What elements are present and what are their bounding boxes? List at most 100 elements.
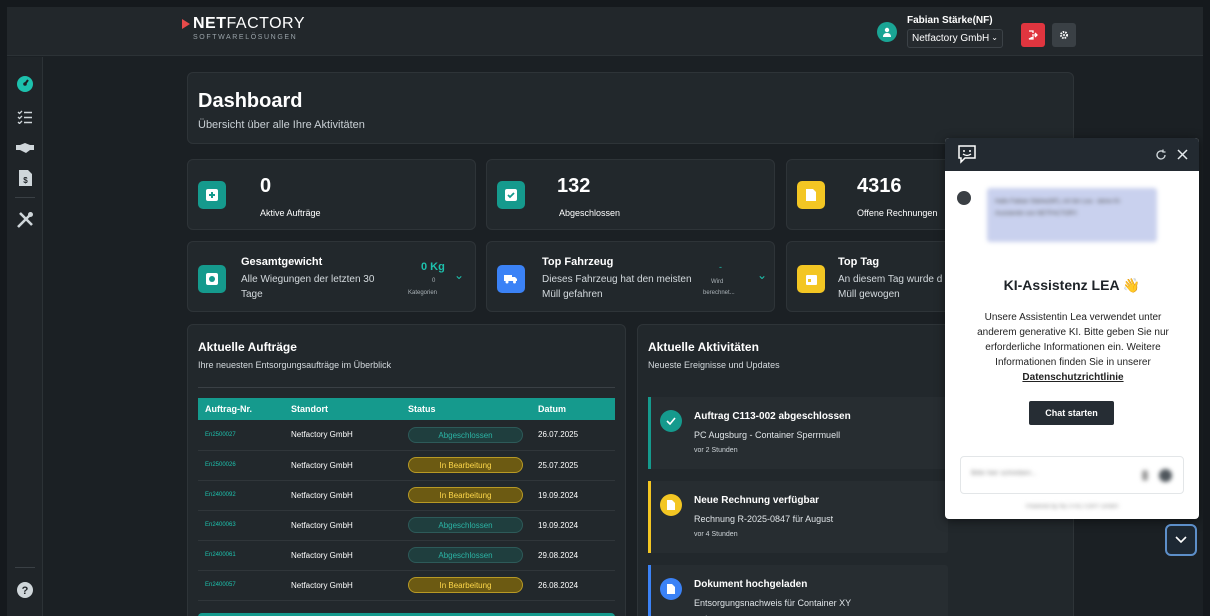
stat-label: Offene Rechnungen	[857, 208, 938, 218]
orders-table: Auftrag-Nr. Standort Status Datum En2500…	[198, 398, 615, 601]
activity-title: Auftrag C113-002 abgeschlossen	[694, 411, 851, 422]
send-icon[interactable]	[1159, 469, 1172, 482]
checklist-icon	[17, 110, 32, 124]
order-date: 26.08.2024	[531, 570, 615, 601]
info-small: Wird	[711, 279, 724, 285]
company-select[interactable]: Netfactory GmbH ⌄	[907, 29, 1003, 48]
sidebar-item-partners[interactable]	[14, 137, 36, 159]
chat-toggle-button[interactable]	[1165, 524, 1197, 556]
top-bar: NET FACTORY SOFTWARELÖSUNGEN Fabian Stärk…	[7, 7, 1203, 56]
chat-input[interactable]: Bitte hier schreiben...	[960, 456, 1184, 494]
order-date: 19.09.2024	[531, 510, 615, 541]
info-card-total-weight[interactable]: Gesamtgewicht Alle Wiegungen der letzten…	[187, 241, 476, 312]
column-header[interactable]: Datum	[531, 398, 615, 420]
scale-icon	[198, 265, 226, 293]
brand-bold: NET	[193, 15, 227, 32]
info-value: -	[719, 262, 722, 272]
table-row[interactable]: En2400057 Netfactory GmbH In Bearbeitung…	[198, 570, 615, 601]
order-date: 29.08.2024	[531, 540, 615, 571]
list-item[interactable]: Neue Rechnung verfügbar Rechnung R-2025-…	[648, 481, 948, 553]
check-icon	[497, 181, 525, 209]
privacy-link[interactable]: Datenschutzrichtlinie	[1022, 372, 1123, 383]
order-date: 19.09.2024	[531, 480, 615, 511]
activities-subtitle: Neueste Ereignisse und Updates	[648, 360, 780, 370]
settings-button[interactable]	[1052, 23, 1076, 47]
stat-card-active-orders[interactable]: 0 Aktive Aufträge	[187, 159, 476, 230]
chat-start-button[interactable]: Chat starten	[1029, 401, 1114, 425]
order-id[interactable]: En2500026	[198, 450, 284, 481]
refresh-icon[interactable]	[1155, 149, 1167, 161]
help-button[interactable]: ?	[14, 579, 36, 601]
gear-icon	[1060, 31, 1068, 39]
chat-input-placeholder: Bitte hier schreiben...	[971, 470, 1037, 477]
order-id[interactable]: En2400061	[198, 540, 284, 571]
column-header[interactable]: Status	[401, 398, 531, 420]
check-icon	[660, 410, 682, 432]
user-menu: Fabian Stärke(NF) Netfactory GmbH ⌄	[877, 15, 1003, 48]
list-item[interactable]: Auftrag C113-002 abgeschlossen PC Augsbu…	[648, 397, 948, 469]
status-badge: In Bearbeitung	[408, 457, 523, 473]
svg-text:$: $	[23, 176, 28, 185]
stat-label: Aktive Aufträge	[260, 208, 321, 218]
info-card-top-vehicle[interactable]: Top Fahrzeug Dieses Fahrzeug hat den mei…	[486, 241, 775, 312]
chat-powered-by: Powered by NETFACTORY GmbH	[1025, 504, 1119, 510]
divider	[198, 387, 615, 388]
help-icon: ?	[17, 582, 33, 598]
order-id[interactable]: En2500027	[198, 420, 284, 451]
close-icon[interactable]	[1177, 149, 1188, 160]
orders-title: Aktuelle Aufträge	[198, 340, 297, 354]
sidebar-item-orders[interactable]	[14, 106, 36, 128]
activity-time: vor 2 Stunden	[694, 447, 738, 454]
accent-bar	[648, 481, 651, 553]
info-text: Alle Wiegungen der letzten 30 Tage	[241, 274, 375, 300]
activity-title: Dokument hochgeladen	[694, 579, 808, 590]
invoice-icon	[660, 494, 682, 516]
table-row[interactable]: En2500027 Netfactory GmbH Abgeschlossen …	[198, 420, 615, 451]
chat-header	[945, 138, 1199, 171]
status-badge: Abgeschlossen	[408, 547, 523, 563]
order-id[interactable]: En2400057	[198, 570, 284, 601]
expand-chevron-icon[interactable]: ⌄	[757, 268, 767, 282]
order-date: 25.07.2025	[531, 450, 615, 481]
expand-chevron-icon[interactable]: ⌄	[454, 268, 464, 282]
table-row[interactable]: En2400061 Netfactory GmbH Abgeschlossen …	[198, 540, 615, 571]
activity-desc: PC Augsburg - Container Sperrmuell	[694, 430, 841, 440]
accent-bar	[648, 565, 651, 616]
list-item[interactable]: Dokument hochgeladen Entsorgungsnachweis…	[648, 565, 948, 616]
table-row[interactable]: En2500026 Netfactory GmbH In Bearbeitung…	[198, 450, 615, 481]
order-location: Netfactory GmbH	[284, 570, 401, 601]
logout-button[interactable]	[1021, 23, 1045, 47]
app-shell: NET FACTORY SOFTWARELÖSUNGEN Fabian Stärk…	[7, 7, 1203, 616]
info-value: 0 Kg	[421, 261, 445, 273]
order-id[interactable]: En2400092	[198, 480, 284, 511]
info-text: An diesem Tag wurde d Müll gewogen	[838, 274, 943, 300]
stat-value: 0	[260, 175, 272, 197]
invoice-icon	[797, 181, 825, 209]
user-icon	[883, 27, 891, 37]
status-badge: In Bearbeitung	[408, 487, 523, 503]
table-row[interactable]: En2400092 Netfactory GmbH In Bearbeitung…	[198, 480, 615, 511]
tools-icon	[17, 212, 33, 228]
order-id[interactable]: En2400063	[198, 510, 284, 541]
avatar[interactable]	[877, 21, 897, 42]
chat-greeting-bubble: Hallo Fabian Stärke(NF), ich bin Lea - d…	[987, 188, 1157, 242]
status-badge: In Bearbeitung	[408, 577, 523, 593]
sidebar: $ ?	[7, 57, 43, 616]
stat-card-completed[interactable]: 132 Abgeschlossen	[486, 159, 775, 230]
table-row[interactable]: En2400063 Netfactory GmbH Abgeschlossen …	[198, 510, 615, 541]
order-location: Netfactory GmbH	[284, 540, 401, 571]
column-header[interactable]: Standort	[284, 398, 401, 420]
activities-title: Aktuelle Aktivitäten	[648, 340, 759, 354]
chat-widget: Hallo Fabian Stärke(NF), ich bin Lea - d…	[945, 138, 1199, 519]
info-small2: Kategorien	[408, 290, 438, 296]
microphone-icon[interactable]	[1142, 470, 1148, 481]
order-location: Netfactory GmbH	[284, 480, 401, 511]
column-header[interactable]: Auftrag-Nr.	[198, 398, 284, 420]
truck-icon	[497, 265, 525, 293]
sidebar-item-invoices[interactable]: $	[14, 167, 36, 189]
sidebar-item-tools[interactable]	[14, 209, 36, 231]
status-badge: Abgeschlossen	[408, 426, 523, 443]
logo[interactable]: NET FACTORY SOFTWARELÖSUNGEN	[182, 15, 305, 41]
sidebar-item-dashboard[interactable]	[14, 73, 36, 95]
chat-title: KI-Assistenz LEA 👋	[1003, 277, 1141, 293]
